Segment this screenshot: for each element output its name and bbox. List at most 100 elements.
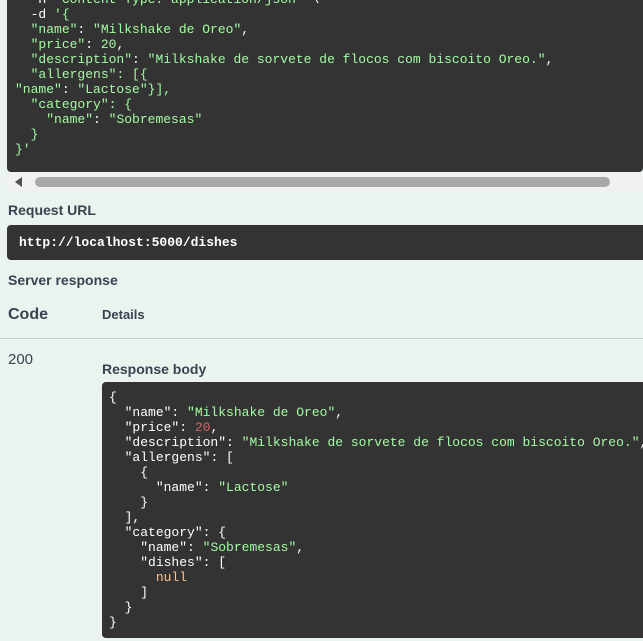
code-line: } <box>109 495 148 510</box>
code-line: "name": "Lactose"}], <box>15 82 171 97</box>
code-token: "price" <box>124 420 180 435</box>
code-token: : <box>171 405 188 420</box>
code-token: , <box>640 435 643 450</box>
code-line: "category": { <box>15 97 132 112</box>
details-column-header: Details <box>102 307 145 322</box>
code-token: 20 <box>194 420 211 435</box>
code-line: "allergens": [{ <box>15 67 148 82</box>
code-token: -d <box>30 7 55 22</box>
code-line: "price": 20, <box>15 37 125 52</box>
code-token: "Sobremesas" <box>108 112 203 127</box>
code-token: : <box>226 435 242 450</box>
code-token: 20 <box>100 37 117 52</box>
scroll-left-arrow-icon[interactable] <box>15 177 22 187</box>
code-line: } <box>109 615 117 630</box>
code-token: : <box>187 540 203 555</box>
request-url-label: Request URL <box>8 202 96 218</box>
code-token: "category" <box>30 97 109 112</box>
code-line: "dishes": [ <box>109 555 226 570</box>
code-token: ] <box>140 585 149 600</box>
code-token: "Milkshake de sorvete de flocos com bisc… <box>241 435 640 450</box>
code-token: "allergens" <box>30 67 117 82</box>
code-token: "name" <box>15 82 62 97</box>
code-token: "name" <box>124 405 172 420</box>
code-token: } <box>140 495 149 510</box>
code-line: -H 'Content-Type: application/json' \ <box>15 0 320 7</box>
code-token: '{ <box>54 7 70 22</box>
code-line: ] <box>109 585 148 600</box>
code-line: } <box>15 127 39 142</box>
request-url-text: http://localhost:5000/dishes <box>19 235 238 250</box>
code-line: null <box>109 570 187 585</box>
code-line: { <box>109 390 117 405</box>
code-token: { <box>140 465 149 480</box>
code-token: "Sobremesas" <box>202 540 297 555</box>
code-token: "Milkshake de Oreo" <box>187 405 336 420</box>
code-token: : <box>202 480 219 495</box>
curl-code-block: -H 'Content-Type: application/json' \ -d… <box>7 0 643 172</box>
code-token: "name" <box>155 480 203 495</box>
code-line: "category": { <box>109 525 226 540</box>
code-token: 'Content-Type: application/json' <box>54 0 304 7</box>
code-token: : [{ <box>116 67 148 82</box>
code-token: }' <box>15 142 31 157</box>
code-token: : [ <box>202 555 227 570</box>
code-token: "Milkshake de Oreo" <box>93 22 242 37</box>
code-token: "Lactose" <box>77 82 148 97</box>
code-token: : <box>61 82 78 97</box>
code-token: "description" <box>124 435 227 450</box>
code-line: "description": "Milkshake de sorvete de … <box>15 52 554 67</box>
code-line: "price": 20, <box>109 420 219 435</box>
code-token: } <box>124 600 133 615</box>
code-line: { <box>109 465 148 480</box>
code-token: "price" <box>30 37 86 52</box>
code-token: : <box>93 112 109 127</box>
code-token: : { <box>108 97 133 112</box>
code-token: : <box>77 22 94 37</box>
code-line: }' <box>15 142 31 157</box>
scrollbar-thumb[interactable] <box>35 177 610 187</box>
code-line: "allergens": [ <box>109 450 234 465</box>
code-token: -H <box>31 0 54 7</box>
code-line: "name": "Sobremesas" <box>15 112 202 127</box>
code-line: ], <box>109 510 141 525</box>
code-token: ], <box>124 510 141 525</box>
curl-code-text: -H 'Content-Type: application/json' \ -d… <box>15 0 553 157</box>
code-token: "Lactose" <box>218 480 289 495</box>
horizontal-scrollbar[interactable] <box>7 173 643 191</box>
table-header-divider <box>0 338 643 339</box>
code-token: , <box>335 405 344 420</box>
code-column-header: Code <box>8 306 48 323</box>
code-token: "dishes" <box>140 555 203 570</box>
code-token: "name" <box>30 22 78 37</box>
code-line: } <box>109 600 133 615</box>
code-token: "name" <box>46 112 94 127</box>
code-token: : [ <box>210 450 234 465</box>
response-body-code-block: { "name": "Milkshake de Oreo", "price": … <box>102 382 643 638</box>
code-token: : <box>85 37 101 52</box>
code-line: "name": "Sobremesas", <box>109 540 304 555</box>
code-token: null <box>155 570 188 585</box>
code-token: "allergens" <box>124 450 211 465</box>
code-token: { <box>109 390 117 405</box>
code-token: "category" <box>124 525 203 540</box>
code-token: "description" <box>30 52 133 67</box>
code-token: }], <box>147 82 172 97</box>
code-token: : <box>179 420 195 435</box>
code-line: "name": "Lactose" <box>109 480 289 495</box>
code-token: "name" <box>140 540 188 555</box>
code-line: "description": "Milkshake de sorvete de … <box>109 435 643 450</box>
code-token: , <box>241 22 250 37</box>
code-token: : { <box>202 525 227 540</box>
code-token: "Milkshake de sorvete de flocos com bisc… <box>147 52 546 67</box>
response-status-code: 200 <box>8 351 34 368</box>
code-token: , <box>545 52 554 67</box>
code-token: , <box>116 37 125 52</box>
code-token: , <box>210 420 219 435</box>
code-token: : <box>132 52 148 67</box>
code-line: -d '{ <box>15 7 70 22</box>
response-body-label: Response body <box>102 361 207 377</box>
code-token: } <box>30 127 39 142</box>
server-response-label: Server response <box>8 272 118 288</box>
code-token: \ <box>304 0 319 7</box>
